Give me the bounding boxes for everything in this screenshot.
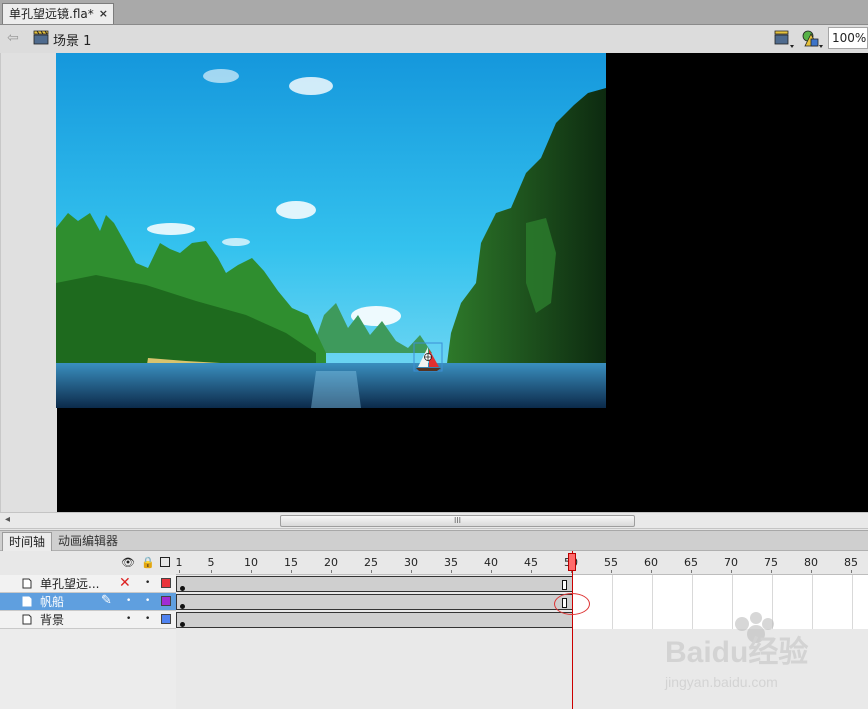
- frame-number: 80: [804, 556, 818, 569]
- layer-header: 👁 🔒: [0, 551, 176, 575]
- watermark-brand: Baidu经验: [665, 635, 808, 669]
- frame-tick: [491, 570, 492, 573]
- frame-tick: [691, 570, 692, 573]
- start-keyframe[interactable]: [180, 622, 185, 627]
- layer-outline-color[interactable]: [161, 596, 171, 606]
- frame-tick: [651, 570, 652, 573]
- layer-row[interactable]: 背景 • •: [0, 611, 176, 629]
- edit-symbols-icon[interactable]: [773, 29, 795, 49]
- frame-number: 5: [207, 556, 215, 569]
- frame-ruler[interactable]: 1510152025303540455055606570758085: [176, 551, 868, 575]
- frame-span[interactable]: [176, 594, 573, 610]
- frame-number: 60: [644, 556, 658, 569]
- layer-row[interactable]: 单孔望远... ✕ •: [0, 575, 176, 593]
- layer-visibility-mark[interactable]: •: [126, 614, 131, 624]
- edit-scene-icon[interactable]: [800, 29, 824, 49]
- watermark-url: jingyan.baidu.com: [664, 674, 778, 690]
- start-keyframe[interactable]: [180, 604, 185, 609]
- frame-span[interactable]: [176, 576, 573, 592]
- frame-number: 15: [284, 556, 298, 569]
- frame-number: 30: [404, 556, 418, 569]
- frame-tick: [251, 570, 252, 573]
- frame-number: 45: [524, 556, 538, 569]
- zoom-field[interactable]: 100%: [828, 27, 868, 49]
- frame-number: 75: [764, 556, 778, 569]
- frame-tick: [811, 570, 812, 573]
- frame-number: 55: [604, 556, 618, 569]
- frame-tick: [731, 570, 732, 573]
- frame-tick: [611, 570, 612, 573]
- document-tab-title: 单孔望远镜.fla*: [9, 7, 94, 21]
- playhead-line: [572, 551, 573, 709]
- frame-tick: [411, 570, 412, 573]
- layer-lock-mark[interactable]: •: [145, 596, 150, 606]
- frame-number: 35: [444, 556, 458, 569]
- layer-lock-mark[interactable]: •: [145, 578, 150, 588]
- frame-row[interactable]: [176, 593, 868, 611]
- frame-tick: [851, 570, 852, 573]
- frame-number: 25: [364, 556, 378, 569]
- stage-divider: [0, 53, 1, 512]
- frame-tick: [179, 570, 180, 573]
- scene-clapper-icon: [33, 30, 49, 45]
- start-keyframe[interactable]: [180, 586, 185, 591]
- panel-tabs: 时间轴 动画编辑器: [0, 530, 868, 552]
- frame-tick: [331, 570, 332, 573]
- frame-tick: [291, 570, 292, 573]
- frame-tick: [211, 570, 212, 573]
- frame-span[interactable]: [176, 612, 573, 628]
- document-tab[interactable]: 单孔望远镜.fla* ×: [2, 3, 114, 24]
- back-arrow-icon[interactable]: ⇦: [7, 30, 19, 46]
- frame-number: 85: [844, 556, 858, 569]
- layer-icon: [22, 596, 32, 607]
- horizontal-scrollbar[interactable]: ◂ III: [0, 512, 868, 529]
- edit-bar: ⇦ 场景 1 100%: [0, 25, 868, 54]
- layer-visibility-mark[interactable]: ✎: [101, 593, 112, 608]
- lock-icon[interactable]: 🔒: [141, 556, 155, 569]
- empty-frames[interactable]: [573, 575, 868, 593]
- end-keyframe[interactable]: [562, 580, 567, 590]
- baidu-jingyan-watermark: Baidu经验 jingyan.baidu.com: [664, 612, 808, 690]
- frame-tick: [371, 570, 372, 573]
- frame-number: 70: [724, 556, 738, 569]
- outline-icon[interactable]: [160, 557, 170, 567]
- frame-number: 65: [684, 556, 698, 569]
- stage-area: [0, 53, 868, 512]
- eye-icon[interactable]: 👁: [121, 556, 135, 569]
- layer-outline-color[interactable]: [161, 614, 171, 624]
- layer-outline-color[interactable]: [161, 578, 171, 588]
- close-icon[interactable]: ×: [99, 4, 108, 24]
- layer-visibility-mark[interactable]: •: [126, 596, 131, 606]
- scene-label[interactable]: 场景 1: [53, 30, 91, 49]
- tab-timeline[interactable]: 时间轴: [2, 532, 53, 552]
- layer-name[interactable]: 背景: [40, 612, 64, 628]
- frame-row[interactable]: [176, 575, 868, 593]
- document-tab-bar: 单孔望远镜.fla* ×: [0, 0, 868, 25]
- layer-lock-mark[interactable]: •: [145, 614, 150, 624]
- layer-list-empty-area: [0, 629, 177, 709]
- layer-visibility-mark[interactable]: ✕: [119, 575, 131, 591]
- layer-row[interactable]: 帆船 ✎ • •: [0, 593, 176, 611]
- frame-number: 10: [244, 556, 258, 569]
- layer-name[interactable]: 单孔望远...: [40, 576, 99, 592]
- frame-tick: [771, 570, 772, 573]
- tab-motion-editor[interactable]: 动画编辑器: [52, 532, 124, 551]
- frame-number: 40: [484, 556, 498, 569]
- scrollbar-thumb[interactable]: III: [280, 515, 635, 527]
- frame-tick: [451, 570, 452, 573]
- annotation-ellipse: [554, 593, 590, 615]
- scroll-left-arrow-icon[interactable]: ◂: [5, 514, 10, 525]
- background-landscape-image: [56, 53, 606, 408]
- empty-frames[interactable]: [573, 593, 868, 611]
- layer-name[interactable]: 帆船: [40, 594, 64, 610]
- layer-icon: [22, 578, 32, 589]
- layer-icon: [22, 614, 32, 625]
- playhead[interactable]: [568, 553, 576, 571]
- frame-tick: [531, 570, 532, 573]
- frame-number: 20: [324, 556, 338, 569]
- frame-number: 1: [175, 556, 183, 569]
